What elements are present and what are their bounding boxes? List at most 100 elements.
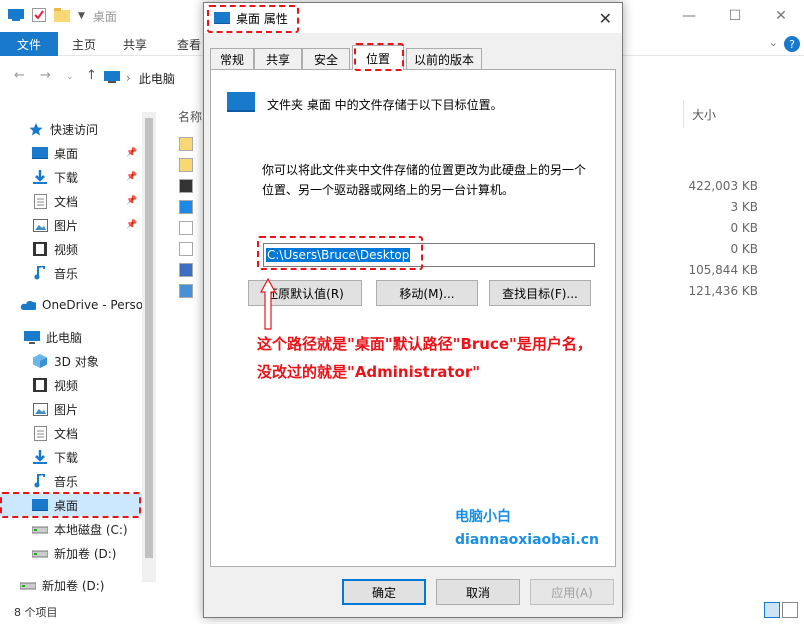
sidebar-item[interactable]: 快速访问 [0,118,145,140]
column-header-name[interactable]: 名称 [178,108,202,125]
app-icon[interactable] [179,284,193,298]
sidebar-item-label: 下载 [54,450,79,465]
ribbon-expand-chevron-icon[interactable]: ⌄ [769,36,778,49]
sidebar-item[interactable]: 文档 📌 [0,190,145,212]
sidebar-desktop-highlight-box [0,492,141,518]
sidebar-item[interactable]: 新加卷 (D:) [0,574,145,596]
sidebar-item[interactable]: 下载 [0,446,145,468]
navigation-pane: 快速访问 桌面 📌 下载 📌 文档 📌 图片 📌 视频 音乐 OneDrive - Perso 此电脑 3… [0,112,145,593]
sidebar-item[interactable]: 音乐 [0,470,145,492]
edge-icon[interactable] [179,200,193,214]
close-button[interactable]: ✕ [758,0,804,32]
drive-icon [20,578,36,592]
minimize-button[interactable]: — [666,0,712,32]
view-toggle [764,602,798,618]
new-folder-icon[interactable] [54,7,70,25]
file-icon[interactable] [179,221,193,235]
path-highlight-box [257,236,423,270]
sidebar-item[interactable]: 新加卷 (D:) [0,542,145,564]
details-view-button[interactable] [764,602,780,618]
apply-button[interactable]: 应用(A) [530,579,614,605]
tab-sharing[interactable]: 共享 [254,48,302,69]
find-target-button[interactable]: 查找目标(F)... [489,280,591,306]
breadcrumb-separator-icon: › [126,71,131,85]
document-icon [32,425,48,441]
sidebar-item[interactable]: 下载 📌 [0,166,145,188]
sidebar-item[interactable]: 视频 [0,238,145,260]
recent-dropdown-icon[interactable]: ⌄ [66,72,74,82]
sidebar-item[interactable]: 桌面 📌 [0,142,145,164]
ok-button[interactable]: 确定 [342,579,426,605]
download-icon [32,450,48,464]
file-size-value: 121,436 KB [688,284,758,298]
cancel-button[interactable]: 取消 [436,579,520,605]
annotation-arrow-icon [260,278,276,330]
sidebar-item[interactable]: 图片 📌 [0,214,145,236]
sidebar-item-label: OneDrive - Perso [42,298,144,312]
quick-access-dropdown-icon[interactable]: ▼ [78,11,85,21]
tab-previous-versions[interactable]: 以前的版本 [406,48,482,69]
sidebar-item-label: 桌面 [54,146,79,161]
file-size-value: 105,844 KB [688,263,758,277]
forward-arrow-icon[interactable]: → [40,68,51,83]
sidebar-item-label: 文档 [54,194,79,209]
breadcrumb[interactable]: 此电脑 [139,70,175,87]
pin-icon: 📌 [126,172,138,182]
sidebar-item[interactable]: 此电脑 [0,326,145,348]
cube-icon [32,354,48,368]
watermark-url: diannaoxiaobai.cn [455,532,600,548]
back-arrow-icon[interactable]: ← [14,68,25,83]
sidebar-item-label: 视频 [54,378,79,393]
address-bar[interactable]: › 此电脑 [104,66,204,90]
cloud-icon [20,298,36,312]
help-icon[interactable]: ? [784,36,800,52]
computer-icon [24,330,40,344]
column-header-size[interactable]: 大小 [683,100,767,128]
sidebar-scrollbar-thumb[interactable] [145,118,153,558]
location-tab-panel: 文件夹 桌面 中的文件存储于以下目标位置。 你可以将此文件夹中文件存储的位置更改… [210,69,616,567]
sidebar-scrollbar[interactable] [142,112,156,582]
drive-icon [32,522,48,536]
location-info-text: 文件夹 桌面 中的文件存储于以下目标位置。 [267,98,503,112]
column-header-size-label: 大小 [692,107,717,122]
folder-icon[interactable] [179,137,193,151]
sidebar-item[interactable]: 3D 对象 [0,350,145,372]
ribbon-tab-home[interactable]: 主页 [72,32,96,56]
video-icon [32,242,48,256]
annotation-line-2: 没改过的就是"Administrator" [257,363,481,381]
status-bar-count: 8 个项目 [14,606,58,619]
star-icon [28,122,44,136]
dialog-close-button[interactable]: ✕ [599,9,612,28]
sidebar-item-label: 文档 [54,426,79,441]
ribbon-tab-view[interactable]: 查看 [177,32,201,56]
app-icon[interactable] [179,179,193,193]
sidebar-item[interactable]: 文档 [0,422,145,444]
ribbon-tab-share[interactable]: 共享 [123,32,147,56]
file-size-value: 0 KB [730,221,758,235]
tab-security[interactable]: 安全 [302,48,350,69]
ribbon-tab-file[interactable]: 文件 [0,32,58,56]
maximize-button[interactable]: ☐ [712,0,758,32]
sidebar-item[interactable]: OneDrive - Perso [0,294,145,316]
dialog-tabs: 常规 共享 安全 位置 以前的版本 [210,45,616,70]
up-arrow-icon[interactable]: ↑ [86,68,97,83]
sidebar-item[interactable]: 音乐 [0,262,145,284]
sidebar-item-label: 视频 [54,242,79,257]
move-button[interactable]: 移动(M)... [376,280,478,306]
sidebar-item[interactable]: 本地磁盘 (C:) [0,518,145,540]
picture-icon [32,218,48,232]
properties-check-icon[interactable] [32,7,46,25]
vm-icon[interactable] [179,263,193,277]
desktop-icon [32,146,48,160]
tab-general[interactable]: 常规 [210,48,254,69]
sidebar-item[interactable]: 图片 [0,398,145,420]
sidebar-item[interactable]: 视频 [0,374,145,396]
document-icon [32,193,48,209]
sidebar-item-label: 本地磁盘 (C:) [54,522,128,537]
sidebar-item-label: 图片 [54,218,79,233]
file-icon[interactable] [179,242,193,256]
large-icons-view-button[interactable] [782,602,798,618]
watermark-title: 电脑小白 [455,509,511,525]
folder-icon[interactable] [179,158,193,172]
properties-dialog: 桌面 属性 ✕ 常规 共享 安全 位置 以前的版本 文件夹 桌面 中的文件存储于… [203,2,623,618]
